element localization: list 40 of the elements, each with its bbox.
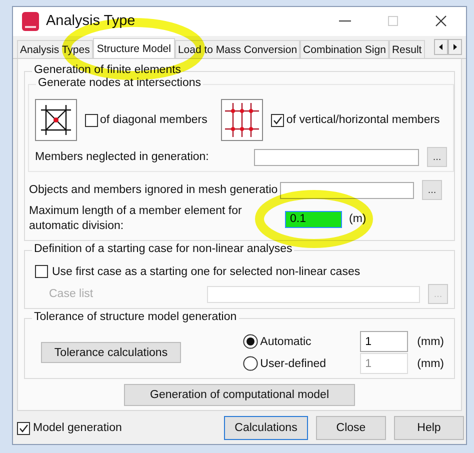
app-icon [22,12,39,31]
scroll-right-button[interactable] [448,39,462,55]
tab[interactable]: Result [388,40,425,58]
radio-button[interactable] [243,334,258,349]
checkbox[interactable] [271,114,284,126]
checkbox-label: Model generation [33,422,122,434]
radio-label: User-defined [260,358,328,370]
checkbox[interactable] [35,265,48,278]
checkbox-label: Use first case as a starting one for selected non-linear cases [52,266,360,278]
tolerance-button[interactable]: Tolerance calculations [41,342,181,363]
dialog-button[interactable]: Calculations [224,416,308,440]
browse-button[interactable]: ... [427,147,447,167]
input-field[interactable]: 0.1 [285,210,342,228]
browse-button[interactable]: ... [422,180,442,200]
field-label: Objects and members ignored in mesh generatio [29,184,278,196]
field-label: Maximum length of a member element for automatic division: [29,204,243,234]
scroll-left-button[interactable] [434,39,448,55]
dialog-button[interactable]: Close [316,416,386,440]
radio-button[interactable] [243,356,258,371]
checkbox[interactable] [85,114,98,126]
grid-nodes-icon [221,99,264,141]
unit-label: (mm) [417,358,444,370]
radio-label: Automatic [260,336,312,348]
generate-button[interactable]: Generation of computational model [124,384,355,406]
input-field[interactable]: 1 [360,331,408,352]
dialog-button[interactable]: Help [394,416,464,440]
checkbox[interactable] [17,422,30,434]
diagonal-nodes-icon [35,99,77,141]
tab[interactable]: Structure Model [92,38,175,58]
group-title: Definition of a starting case for non-linear analyses [32,243,294,255]
checkbox-label: of diagonal members [100,114,208,126]
group-title: Generate nodes at intersections [36,77,204,89]
tab[interactable]: Combination Sign [300,40,389,58]
checkbox-label: of vertical/horizontal members [286,114,440,126]
field-label: Members neglected in generation: [35,151,210,163]
field-label: Case list [48,288,94,300]
unit-label: (mm) [417,336,444,348]
group-title: Tolerance of structure model generation [32,311,239,323]
close-icon[interactable] [434,14,448,28]
input-field[interactable] [254,148,419,166]
